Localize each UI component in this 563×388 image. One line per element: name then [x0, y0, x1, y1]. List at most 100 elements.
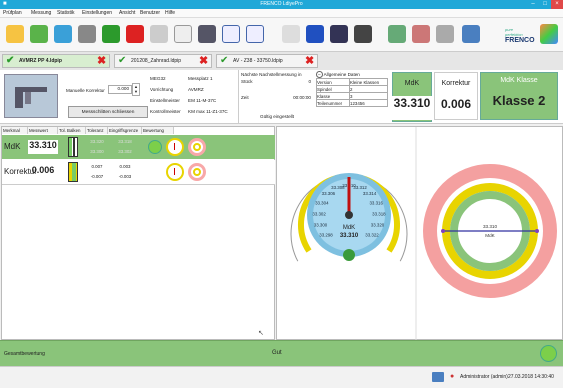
- close-tab-icon[interactable]: ✖: [199, 55, 208, 67]
- measurement-panel: Merkmal Messwert Tol. Balken Toleranz Ei…: [1, 126, 275, 340]
- overall-smiley-icon: [540, 345, 557, 362]
- menu-statistik[interactable]: Statistik: [57, 10, 75, 16]
- menu-bar: Prüfplan Messung Statistik Einstellungen…: [0, 9, 563, 18]
- display-icon[interactable]: [306, 25, 324, 43]
- mdk-class-cell: MdK Klasse Klasse 2: [480, 72, 558, 120]
- row-toleranz: 0.007 -0.007: [90, 164, 104, 179]
- edit-icon[interactable]: [78, 25, 96, 43]
- row-messwert: 0.006: [31, 165, 55, 175]
- gauge-tick-label: 33.306: [322, 191, 336, 196]
- col-eingriffsgrenze[interactable]: Eingriffsgrenze: [108, 127, 142, 134]
- table-row[interactable]: MdK 33.310 33.320 33.300 33.318 33.302: [2, 135, 275, 159]
- table-row[interactable]: Korrektur 0.006 0.007 -0.007 0.003 -0.003: [2, 160, 275, 184]
- measure-icon[interactable]: [174, 25, 192, 43]
- info-panel: Manuelle Korrektur 0.000 ▲ ▼ Messschlitte…: [0, 70, 563, 124]
- close-tab-icon[interactable]: ✖: [305, 55, 314, 67]
- overall-value: Gut: [272, 350, 282, 356]
- settings-icon[interactable]: [436, 25, 454, 43]
- mini-ring-icon: [188, 163, 206, 181]
- gauge-tick-label: 33.304: [315, 200, 329, 205]
- overall-status-bar: Gesamtbewertung Gut: [0, 340, 563, 366]
- tolerance-bar: [68, 137, 78, 157]
- next-check-box: Nächste Nachstellmessung in Stück 0 Zeit 0…: [241, 72, 311, 119]
- footer-bar: ● Administrator (admin) 27.03.2018 14:30…: [0, 366, 563, 388]
- cursor-icon: ↖: [258, 330, 264, 337]
- menu-messung[interactable]: Messung: [31, 10, 51, 16]
- manual-correction-input[interactable]: 0.000: [108, 85, 132, 94]
- gauge-tick-label: 33.298: [319, 232, 333, 237]
- user-icon: ●: [450, 373, 455, 380]
- window-title: FRENCO LdiyePro: [260, 1, 303, 7]
- title-bar: ■ FRENCO LdiyePro – □ ×: [0, 0, 563, 9]
- col-merkmal[interactable]: Merkmal: [2, 127, 28, 134]
- menu-benutzer[interactable]: Benutzer: [140, 10, 160, 16]
- gauge-tick-label: 33.318: [372, 211, 386, 216]
- close-tab-icon[interactable]: ✖: [97, 55, 106, 67]
- users-icon[interactable]: [412, 25, 430, 43]
- minimize-button[interactable]: –: [527, 0, 539, 9]
- save-icon[interactable]: [102, 25, 120, 43]
- network-icon: [432, 372, 444, 382]
- row-merkmal: MdK: [4, 142, 21, 151]
- slider-close-button[interactable]: Messschlitten schliessen: [68, 106, 148, 118]
- brand-logo: pure perfektion FRENCO: [505, 27, 535, 44]
- gauge-tick-label: 33.320: [371, 222, 385, 227]
- gauge-label: MdK: [343, 225, 355, 231]
- visual-panel: 33.298 33.300 33.302 33.304 33.306 33.308 33.3…: [276, 126, 563, 341]
- add-icon[interactable]: [30, 25, 48, 43]
- device-grid: MEG32 Messplatz 1 Vorrichtung AVMRZ Einste…: [150, 76, 228, 114]
- menu-hilfe[interactable]: Hilfe: [165, 10, 175, 16]
- general-data-box: – Allgemeine Daten Version Kleine Klassen…: [315, 71, 388, 107]
- lock-icon[interactable]: [150, 25, 168, 43]
- axis-2-icon[interactable]: [246, 25, 264, 43]
- tolerance-bar: [68, 162, 78, 182]
- menu-pruefplan[interactable]: Prüfplan: [3, 10, 22, 16]
- toolbar: pure perfektion FRENCO: [0, 18, 563, 52]
- check-icon: ✔: [220, 55, 229, 66]
- row-messwert: 33.310: [28, 140, 58, 154]
- gauge-value: 33.310: [340, 233, 359, 239]
- tab-avmrz[interactable]: ✔ AVMRZ PP 4.ldpip ✖: [2, 54, 110, 68]
- calibrate-icon[interactable]: [354, 25, 372, 43]
- close-button[interactable]: ×: [551, 0, 563, 9]
- datetime: 27.03.2018 14:30:40: [508, 374, 554, 380]
- maximize-button[interactable]: □: [539, 0, 551, 9]
- smiley-good-icon: [148, 140, 162, 154]
- menu-ansicht[interactable]: Ansicht: [119, 10, 135, 16]
- menu-einstellungen[interactable]: Einstellungen: [82, 10, 112, 16]
- tab-bar: ✔ AVMRZ PP 4.ldpip ✖ ✔ 201208_Zahnrad.ld…: [0, 52, 563, 70]
- print-icon[interactable]: [462, 25, 480, 43]
- current-user: Administrator (admin): [460, 374, 508, 380]
- ring-marker-right: [535, 229, 539, 233]
- open-icon[interactable]: [54, 25, 72, 43]
- col-bewertung[interactable]: Bewertung: [142, 127, 174, 134]
- gauge-tick-label: 33.322: [365, 232, 379, 237]
- delete-icon[interactable]: [126, 25, 144, 43]
- mini-gauge-icon: [166, 163, 184, 181]
- col-messwert[interactable]: Messwert: [28, 127, 58, 134]
- mdk-value: 33.310: [392, 96, 432, 120]
- col-toleranz[interactable]: Toleranz: [86, 127, 108, 134]
- tolerance-ring: 33.310 MdK: [423, 164, 557, 298]
- new-plan-icon[interactable]: [6, 25, 24, 43]
- tab-zahnrad[interactable]: ✔ 201208_Zahnrad.ldpip ✖: [114, 54, 212, 68]
- ring-marker-left: [441, 229, 445, 233]
- gauge-tick-label: 33.302: [312, 211, 326, 216]
- tab-av-z38[interactable]: ✔ AV - Z38 - 33750.ldpip ✖: [216, 54, 318, 68]
- caliper-icon: [4, 74, 58, 118]
- brand-emblem-icon: [540, 24, 558, 44]
- row-toleranz: 33.320 33.300: [90, 139, 104, 154]
- user-icon[interactable]: [388, 25, 406, 43]
- gauge-svg: 33.29833.30033.30233.30433.30633.308 33.3…: [286, 127, 557, 341]
- probe-icon[interactable]: [198, 25, 216, 43]
- collapse-icon[interactable]: –: [316, 71, 323, 78]
- correction-stepper[interactable]: ▲ ▼: [132, 83, 140, 96]
- axis-icon[interactable]: [222, 25, 240, 43]
- gauge-hub: [345, 211, 353, 219]
- col-tol-balken[interactable]: Tol. Balken: [58, 127, 86, 134]
- tools-icon[interactable]: [282, 25, 300, 43]
- general-data-table: Version Kleine Klassen Spindel 2 Klasse 3 T…: [315, 78, 388, 107]
- pen-icon[interactable]: [330, 25, 348, 43]
- ring-value: 33.310: [483, 224, 497, 229]
- gauge-tick-label: 33.300: [314, 222, 328, 227]
